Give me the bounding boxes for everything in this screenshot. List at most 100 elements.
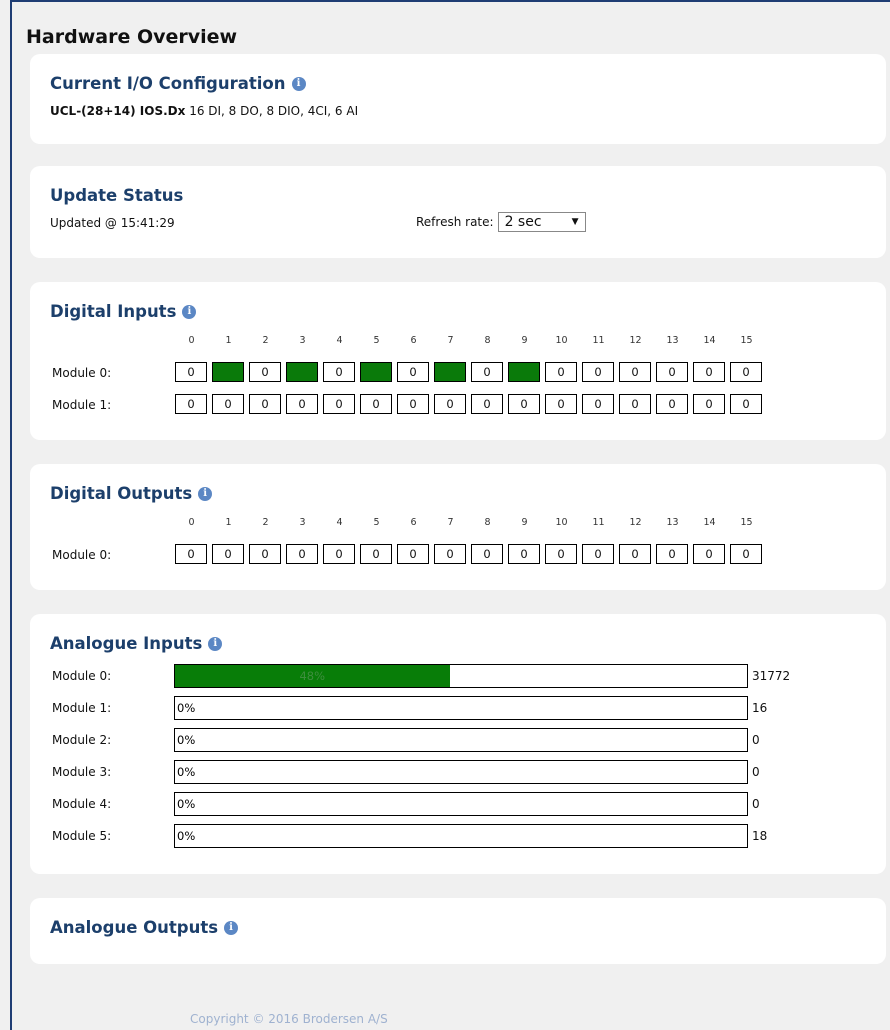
bit-cell: 0: [656, 544, 688, 564]
info-icon[interactable]: i: [291, 76, 306, 91]
analogue-input-value: 0: [752, 733, 760, 747]
analogue-input-row: Module 4: 0% 0: [52, 792, 760, 816]
do-col: 10: [555, 517, 568, 528]
do-col: 8: [484, 517, 491, 528]
bit-cell: 0: [397, 544, 429, 564]
analogue-input-value: 16: [752, 701, 768, 715]
bit-cell: 0: [619, 362, 651, 382]
bit-cell: 0: [730, 394, 762, 414]
bit-cell: 0: [693, 394, 725, 414]
analogue-input-label: Module 3:: [52, 765, 112, 779]
io-config-card: Current I/O Configuration i UCL-(28+14) …: [30, 54, 886, 144]
bit-cell: 0: [471, 544, 503, 564]
analogue-input-bar: 48%: [174, 664, 748, 688]
analogue-input-percent: 0%: [177, 829, 196, 843]
do-col: 14: [703, 517, 716, 528]
analogue-input-bar: 0%: [174, 728, 748, 752]
di-col: 1: [225, 335, 232, 346]
digital-inputs-title-text: Digital Inputs: [50, 302, 177, 321]
di-col: 14: [703, 335, 716, 346]
di-col: 8: [484, 335, 491, 346]
di-col: 12: [629, 335, 642, 346]
do-module-0-label: Module 0:: [52, 548, 112, 562]
analogue-input-value: 0: [752, 765, 760, 779]
bit-cell: 1: [360, 362, 392, 382]
analogue-inputs-title-text: Analogue Inputs: [50, 634, 203, 653]
analogue-input-percent: 48%: [299, 669, 326, 683]
do-col: 15: [740, 517, 753, 528]
analogue-input-percent: 0%: [177, 797, 196, 811]
do-col: 1: [225, 517, 232, 528]
bit-cell: 1: [286, 362, 318, 382]
digital-outputs-title-text: Digital Outputs: [50, 484, 193, 503]
di-col: 9: [521, 335, 528, 346]
di-col: 3: [299, 335, 306, 346]
do-col: 5: [373, 517, 380, 528]
di-module-1-bits: 0000000000000000: [175, 394, 762, 414]
bit-cell: 0: [286, 394, 318, 414]
di-col: 5: [373, 335, 380, 346]
bit-cell: 0: [693, 362, 725, 382]
refresh-rate-label: Refresh rate:: [416, 215, 494, 229]
do-module-0-bits: 0000000000000000: [175, 544, 762, 564]
bit-cell: 0: [434, 394, 466, 414]
updated-timestamp: Updated @ 15:41:29: [50, 216, 175, 230]
bit-cell: 0: [582, 362, 614, 382]
di-module-0-label: Module 0:: [52, 366, 112, 380]
bit-cell: 0: [323, 544, 355, 564]
analogue-inputs-card: Analogue Inputs i Module 0: 48% 31772 Modul…: [30, 614, 886, 874]
do-col: 7: [447, 517, 454, 528]
info-icon[interactable]: i: [208, 636, 223, 651]
analogue-input-value: 31772: [752, 669, 791, 683]
di-col: 2: [262, 335, 269, 346]
refresh-rate: Refresh rate: 2 sec ▼: [416, 212, 586, 232]
analogue-outputs-title: Analogue Outputs i: [50, 918, 239, 937]
do-col: 9: [521, 517, 528, 528]
bit-cell: 0: [693, 544, 725, 564]
analogue-input-bar: 0%: [174, 696, 748, 720]
bit-cell: 0: [545, 544, 577, 564]
bit-cell: 1: [212, 362, 244, 382]
bit-cell: 0: [360, 394, 392, 414]
do-col: 2: [262, 517, 269, 528]
analogue-outputs-card: Analogue Outputs i: [30, 898, 886, 964]
bit-cell: 0: [360, 544, 392, 564]
io-config-detail: 16 DI, 8 DO, 8 DIO, 4CI, 6 AI: [189, 104, 359, 118]
bit-cell: 1: [508, 362, 540, 382]
analogue-input-label: Module 5:: [52, 829, 112, 843]
bit-cell: 1: [434, 362, 466, 382]
analogue-input-label: Module 4:: [52, 797, 112, 811]
analogue-input-percent: 0%: [177, 765, 196, 779]
digital-outputs-title: Digital Outputs i: [50, 484, 213, 503]
analogue-input-bar: 0%: [174, 792, 748, 816]
analogue-input-value: 18: [752, 829, 768, 843]
info-icon[interactable]: i: [198, 486, 213, 501]
di-col: 13: [666, 335, 679, 346]
di-module-0-bits: 0101010101000000: [175, 362, 762, 382]
info-icon[interactable]: i: [182, 304, 197, 319]
analogue-input-label: Module 0:: [52, 669, 112, 683]
bit-cell: 0: [323, 362, 355, 382]
bit-cell: 0: [508, 394, 540, 414]
main-frame: Hardware Overview Current I/O Configurat…: [10, 0, 890, 1030]
bit-cell: 0: [323, 394, 355, 414]
copyright-footer: Copyright © 2016 Brodersen A/S: [190, 1012, 388, 1026]
di-col: 15: [740, 335, 753, 346]
refresh-rate-select[interactable]: 2 sec ▼: [497, 212, 586, 232]
bit-cell: 0: [175, 544, 207, 564]
analogue-input-percent: 0%: [177, 701, 196, 715]
do-col: 13: [666, 517, 679, 528]
analogue-input-bar: 0%: [174, 760, 748, 784]
digital-inputs-title: Digital Inputs i: [50, 302, 197, 321]
bit-cell: 0: [471, 362, 503, 382]
refresh-rate-value: 2 sec: [504, 214, 542, 230]
digital-inputs-card: Digital Inputs i 0 1 2 3 4 5 6 7 8 9 10 …: [30, 282, 886, 440]
bit-cell: 0: [545, 362, 577, 382]
io-config-title-text: Current I/O Configuration: [50, 74, 286, 93]
digital-outputs-card: Digital Outputs i 0 1 2 3 4 5 6 7 8 9 10…: [30, 464, 886, 590]
info-icon[interactable]: i: [224, 920, 239, 935]
di-col: 11: [592, 335, 605, 346]
analogue-outputs-title-text: Analogue Outputs: [50, 918, 219, 937]
bit-cell: 0: [656, 394, 688, 414]
bit-cell: 0: [212, 394, 244, 414]
